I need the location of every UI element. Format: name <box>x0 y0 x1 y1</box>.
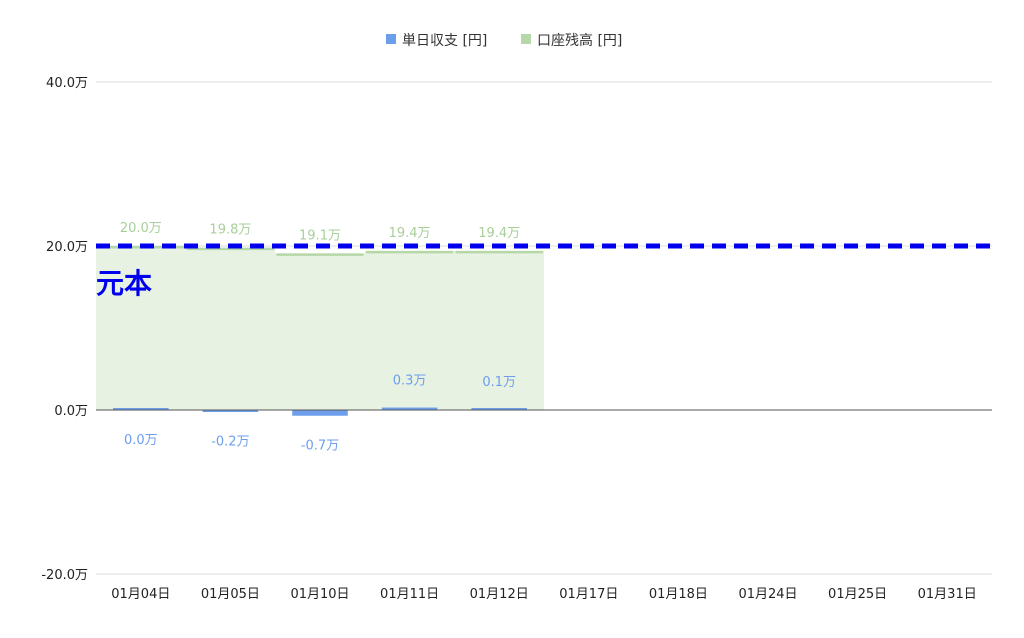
chart: 単日収支 [円] 口座残高 [円] 元本 20.0万 19.8万 19.1万 19.4… <box>0 0 1024 634</box>
x-tick-label: 01月05日 <box>201 587 260 602</box>
x-tick-label: 01月31日 <box>918 587 977 602</box>
balance-step-line <box>276 253 364 256</box>
daily-data-label: 0.1万 <box>482 375 516 390</box>
x-tick-label: 01月18日 <box>649 587 708 602</box>
daily-data-label: 0.0万 <box>124 433 158 448</box>
x-tick-label: 01月17日 <box>559 587 618 602</box>
balance-area-fill <box>96 246 544 410</box>
balance-data-label: 20.0万 <box>120 221 162 236</box>
y-axis-ticks: -20.0万 0.0万 20.0万 40.0万 <box>41 76 88 583</box>
legend-swatch-daily <box>386 34 396 44</box>
x-axis-ticks: 01月04日 01月05日 01月10日 01月11日 01月12日 01月17日 01月1… <box>111 587 976 602</box>
x-tick-label: 01月24日 <box>738 587 797 602</box>
reference-line-label: 元本 <box>96 267 152 300</box>
balance-data-label: 19.4万 <box>478 226 520 241</box>
balance-area <box>96 246 544 410</box>
balance-step-line <box>365 250 454 254</box>
balance-data-label: 19.4万 <box>389 226 431 241</box>
daily-bar <box>292 410 348 416</box>
y-tick-label: 0.0万 <box>54 404 88 419</box>
legend-label-daily: 単日収支 [円] <box>402 33 487 49</box>
x-tick-label: 01月10日 <box>290 587 349 602</box>
x-tick-label: 01月11日 <box>380 587 439 602</box>
daily-data-label: 0.3万 <box>393 374 427 389</box>
chart-svg: 単日収支 [円] 口座残高 [円] 元本 20.0万 19.8万 19.1万 19.4… <box>41 32 992 602</box>
legend-swatch-balance <box>521 34 531 44</box>
legend-label-balance: 口座残高 [円] <box>537 32 622 49</box>
y-tick-label: 20.0万 <box>46 240 88 255</box>
x-tick-label: 01月25日 <box>828 587 887 602</box>
y-tick-label: -20.0万 <box>41 568 88 583</box>
x-tick-label: 01月12日 <box>470 587 529 602</box>
balance-data-label: 19.8万 <box>209 223 251 238</box>
balance-step-line <box>455 250 543 254</box>
daily-data-label: -0.7万 <box>301 439 339 454</box>
balance-data-label: 19.1万 <box>299 228 341 243</box>
y-tick-label: 40.0万 <box>46 76 88 91</box>
daily-data-label: -0.2万 <box>211 435 249 450</box>
x-tick-label: 01月04日 <box>111 587 170 602</box>
legend: 単日収支 [円] 口座残高 [円] <box>386 32 622 49</box>
